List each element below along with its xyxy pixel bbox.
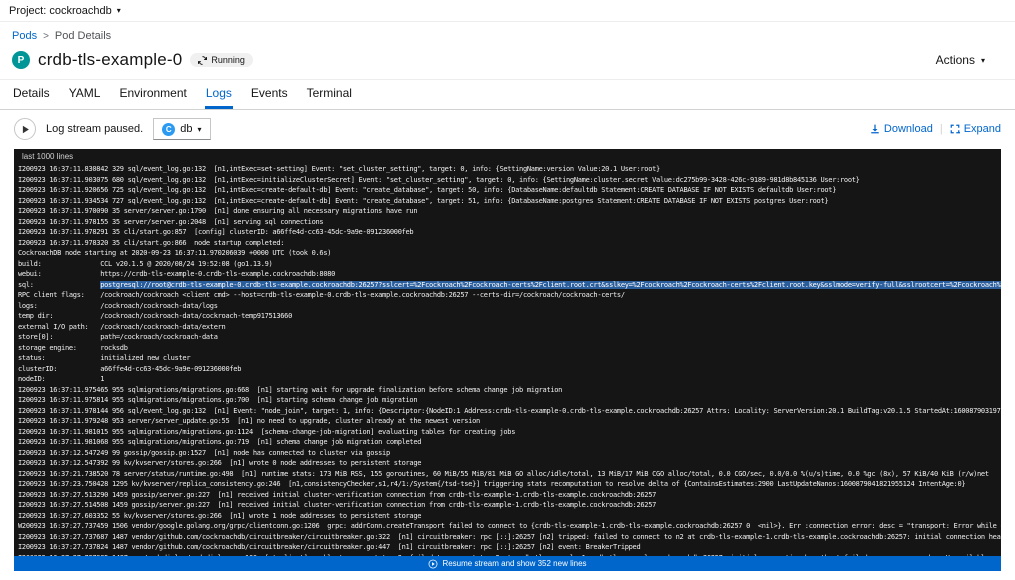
log-line: I200923 16:37:27.603352 55 kv/kvserver/s… (18, 511, 997, 522)
tab-details[interactable]: Details (12, 80, 51, 109)
project-selector-label: Project: cockroachdb (9, 5, 112, 17)
sync-icon (198, 56, 207, 65)
page-header: Pods > Pod Details P crdb-tls-example-0 … (0, 22, 1015, 80)
stream-status-text: Log stream paused. (46, 123, 143, 135)
tab-environment[interactable]: Environment (118, 80, 187, 109)
selected-log-text: postgresql://root@crdb-tls-example-0.crd… (100, 281, 1001, 289)
tab-bar: Details YAML Environment Logs Events Ter… (0, 80, 1015, 110)
breadcrumb-pods-link[interactable]: Pods (12, 30, 37, 42)
caret-down-icon: ▾ (197, 125, 201, 134)
log-line: I200923 16:37:11.975814 955 sqlmigration… (18, 395, 997, 406)
breadcrumb: Pods > Pod Details (12, 30, 1003, 42)
log-line: I200923 16:37:12.547392 99 kv/kvserver/s… (18, 458, 997, 469)
download-label: Download (884, 123, 933, 135)
log-line: status: initialized new cluster (18, 353, 997, 364)
log-line: I200923 16:37:11.920656 725 sql/event_lo… (18, 185, 997, 196)
log-line: I200923 16:37:23.750428 1295 kv/kvserver… (18, 479, 997, 490)
container-select-value: db (180, 123, 192, 135)
log-line: I200923 16:37:27.737687 1487 vendor/gith… (18, 532, 997, 543)
tab-logs[interactable]: Logs (205, 80, 233, 109)
log-line: build: CCL v20.1.5 @ 2020/08/24 19:52:08… (18, 259, 997, 270)
log-line: I200923 16:37:11.978291 35 cli/start.go:… (18, 227, 997, 238)
log-line: RPC client flags: /cockroach/cockroach <… (18, 290, 997, 301)
resume-stream-button[interactable] (14, 118, 36, 140)
caret-down-icon: ▾ (981, 56, 985, 65)
log-line: sql: postgresql://root@crdb-tls-example-… (18, 280, 997, 291)
log-line: I200923 16:37:21.738520 78 server/status… (18, 469, 997, 480)
log-line: I200923 16:37:12.547249 99 gossip/gossip… (18, 448, 997, 459)
actions-dropdown[interactable]: Actions ▾ (936, 53, 1003, 67)
status-badge-label: Running (211, 55, 245, 65)
log-line: I200923 16:37:27.514508 1459 gossip/serv… (18, 500, 997, 511)
resume-play-icon (428, 559, 438, 569)
breadcrumb-separator: > (43, 31, 49, 42)
log-line: I200923 16:37:11.934534 727 sql/event_lo… (18, 196, 997, 207)
log-line: webui: https://crdb-tls-example-0.crdb-t… (18, 269, 997, 280)
log-line: nodeID: 1 (18, 374, 997, 385)
log-line: I200923 16:37:11.903075 680 sql/event_lo… (18, 175, 997, 186)
expand-label: Expand (964, 123, 1001, 135)
expand-icon (950, 124, 960, 134)
container-badge: C (162, 123, 175, 136)
log-line: clusterID: a66ffe4d-cc63-45dc-9a9e-09123… (18, 364, 997, 375)
tab-terminal[interactable]: Terminal (306, 80, 353, 109)
log-line: I200923 16:37:11.981068 955 sqlmigration… (18, 437, 997, 448)
log-line: I200923 16:37:11.978155 35 server/server… (18, 217, 997, 228)
log-line: external I/O path: /cockroach/cockroach-… (18, 322, 997, 333)
log-line: I200923 16:37:11.975465 955 sqlmigration… (18, 385, 997, 396)
actions-label: Actions (936, 53, 975, 67)
download-link[interactable]: Download (870, 123, 933, 135)
page-title: crdb-tls-example-0 (38, 50, 182, 70)
toolbar-separator: | (940, 123, 943, 135)
log-line: I200923 16:37:11.978320 35 cli/start.go:… (18, 238, 997, 249)
resume-stream-banner[interactable]: Resume stream and show 352 new lines (14, 556, 1001, 571)
log-line: I200923 16:37:11.830842 329 sql/event_lo… (18, 164, 997, 175)
log-line: I200923 16:37:11.981015 955 sqlmigration… (18, 427, 997, 438)
log-line: CockroachDB node starting at 2020-09-23 … (18, 248, 997, 259)
status-badge: Running (190, 53, 253, 67)
tab-events[interactable]: Events (250, 80, 289, 109)
project-selector[interactable]: Project: cockroachdb ▾ (0, 0, 1015, 22)
log-toolbar: Log stream paused. C db ▾ Download | Exp… (0, 110, 1015, 149)
tab-yaml[interactable]: YAML (68, 80, 102, 109)
log-line: I200923 16:37:11.970090 35 server/server… (18, 206, 997, 217)
resume-banner-label: Resume stream and show 352 new lines (442, 559, 586, 568)
log-line: I200923 16:37:27.513290 1459 gossip/serv… (18, 490, 997, 501)
log-line-count-header: last 1000 lines (14, 149, 1001, 163)
log-line: I200923 16:37:11.979248 953 server/serve… (18, 416, 997, 427)
expand-link[interactable]: Expand (950, 123, 1001, 135)
container-select[interactable]: C db ▾ (153, 118, 210, 140)
breadcrumb-current: Pod Details (55, 30, 111, 42)
play-icon (21, 125, 30, 134)
log-body[interactable]: I200923 16:37:11.830842 329 sql/event_lo… (14, 163, 1001, 556)
log-line: store[0]: path=/cockroach/cockroach-data (18, 332, 997, 343)
log-window: last 1000 lines I200923 16:37:11.830842 … (14, 149, 1001, 571)
log-line: storage engine: rocksdb (18, 343, 997, 354)
log-line: temp dir: /cockroach/cockroach-data/cock… (18, 311, 997, 322)
log-line: I200923 16:37:11.978144 956 sql/event_lo… (18, 406, 997, 417)
log-line: W200923 16:37:27.737459 1506 vendor/goog… (18, 521, 997, 532)
pod-resource-badge: P (12, 51, 30, 69)
caret-down-icon: ▾ (117, 6, 121, 15)
log-line: I200923 16:37:27.737824 1487 vendor/gith… (18, 542, 997, 553)
download-icon (870, 124, 880, 134)
log-line: logs: /cockroach/cockroach-data/logs (18, 301, 997, 312)
